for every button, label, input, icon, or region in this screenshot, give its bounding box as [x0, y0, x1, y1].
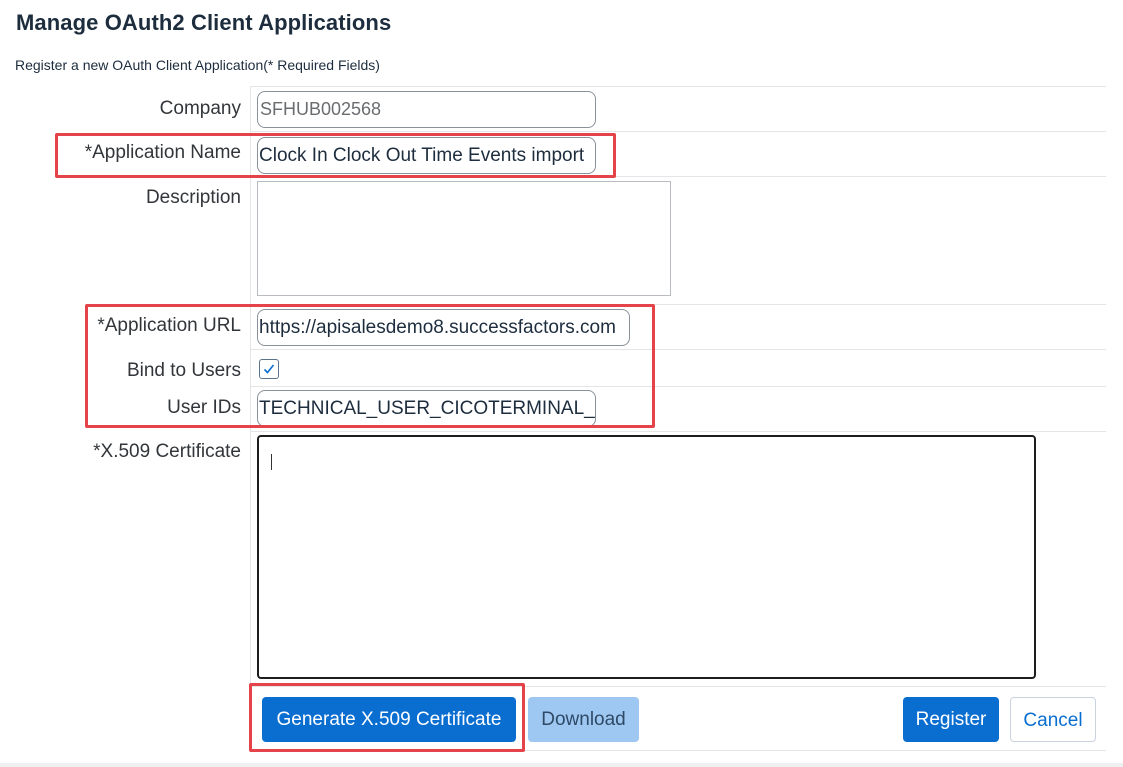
description-textarea[interactable] [257, 181, 671, 296]
company-label: Company [159, 98, 241, 119]
cancel-button[interactable]: Cancel [1010, 697, 1096, 742]
text-cursor [271, 454, 272, 470]
description-label: Description [145, 187, 241, 208]
certificate-textarea[interactable] [257, 435, 1036, 679]
page-bottom-border [0, 763, 1123, 767]
highlight-box [55, 133, 616, 178]
register-button[interactable]: Register [903, 697, 999, 742]
company-field[interactable]: SFHUB002568 [257, 91, 596, 128]
highlight-box [85, 304, 655, 428]
download-button[interactable]: Download [528, 697, 639, 742]
row-divider [250, 431, 1106, 432]
highlight-box [249, 683, 525, 752]
row-divider [250, 131, 1106, 132]
certificate-label: *X.509 Certificate [93, 441, 241, 462]
page-subtitle: Register a new OAuth Client Application(… [15, 57, 380, 73]
row-divider [250, 86, 1106, 87]
page-title: Manage OAuth2 Client Applications [16, 10, 392, 35]
